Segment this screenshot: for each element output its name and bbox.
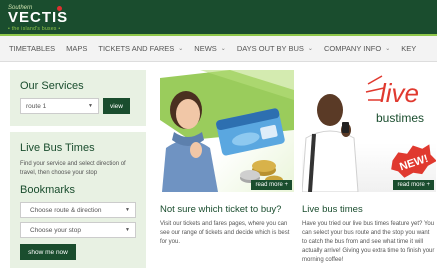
nav-label: NEWS — [194, 44, 217, 53]
live-times-card-text: Have you tried our live bus times featur… — [302, 221, 435, 263]
read-more-button[interactable]: read more + — [251, 180, 292, 190]
tickets-promo-image[interactable]: read more + — [160, 70, 294, 192]
live-bus-times-panel: Live Bus Times Find your service and sel… — [10, 132, 146, 268]
tickets-illustration — [160, 70, 294, 192]
site-header: Southern VECTIS • the island's buses • — [0, 0, 437, 36]
bookmarks-title: Bookmarks — [20, 184, 76, 196]
logo-name: VECTIS — [8, 9, 69, 26]
tickets-card-text: Visit our tickets and fares pages, where… — [160, 221, 290, 245]
show-me-now-button[interactable]: show me now — [20, 244, 76, 260]
route-direction-placeholder: Choose route & direction — [30, 206, 102, 214]
nav-item-timetables[interactable]: TIMETABLES — [0, 44, 55, 53]
route-select-value: route 1 — [26, 102, 47, 110]
nav-label: TIMETABLES — [9, 44, 56, 53]
main-nav: TIMETABLES MAPS TICKETS AND FARES ⌄ NEWS ⌄… — [0, 36, 437, 62]
live-bustimes-illustration: live bustimes NEW! — [302, 75, 436, 192]
read-more-button[interactable]: read more + — [393, 180, 434, 190]
logo-tagline: • the island's buses • — [8, 26, 61, 32]
live-description: Find your service and select direction o… — [20, 161, 126, 176]
dropdown-arrow-icon: ▼ — [125, 207, 130, 213]
nav-item-days-out[interactable]: DAYS OUT BY BUS ⌄ — [226, 44, 313, 53]
view-button[interactable]: view — [103, 98, 130, 114]
dropdown-arrow-icon: ▼ — [125, 227, 130, 233]
nav-item-maps[interactable]: MAPS — [55, 44, 87, 53]
nav-item-key[interactable]: KEY — [390, 44, 416, 53]
services-panel: Our Services route 1 ▼ view — [10, 70, 146, 126]
nav-label: KEY — [401, 44, 417, 53]
nav-label: COMPANY INFO — [323, 44, 382, 53]
route-direction-select[interactable]: Choose route & direction ▼ — [20, 202, 136, 218]
nav-item-news[interactable]: NEWS ⌄ — [183, 44, 226, 53]
left-sidebar: Our Services route 1 ▼ view Live Bus Tim… — [10, 70, 146, 268]
nav-item-company-info[interactable]: COMPANY INFO ⌄ — [313, 44, 390, 53]
live-times-card-title[interactable]: Live bus times — [302, 204, 363, 215]
nav-label: MAPS — [66, 44, 88, 53]
services-title: Our Services — [20, 80, 84, 92]
bustimes-image-text: bustimes — [376, 111, 424, 125]
nav-label: DAYS OUT BY BUS — [236, 44, 304, 53]
live-title: Live Bus Times — [20, 142, 95, 154]
route-select[interactable]: route 1 ▼ — [20, 98, 99, 114]
nav-label: TICKETS AND FARES — [98, 44, 175, 53]
vectis-logo[interactable]: Southern VECTIS • the island's buses • — [8, 5, 78, 33]
nav-item-tickets-and-fares[interactable]: TICKETS AND FARES ⌄ — [87, 44, 183, 53]
tickets-card-title[interactable]: Not sure which ticket to buy? — [160, 204, 281, 215]
dropdown-arrow-icon: ▼ — [88, 103, 93, 109]
live-bustimes-promo-image[interactable]: live bustimes NEW! read more + — [302, 70, 436, 192]
stop-select[interactable]: Choose your stop ▼ — [20, 222, 136, 238]
stop-placeholder: Choose your stop — [30, 226, 81, 234]
live-image-text: live — [380, 78, 419, 108]
